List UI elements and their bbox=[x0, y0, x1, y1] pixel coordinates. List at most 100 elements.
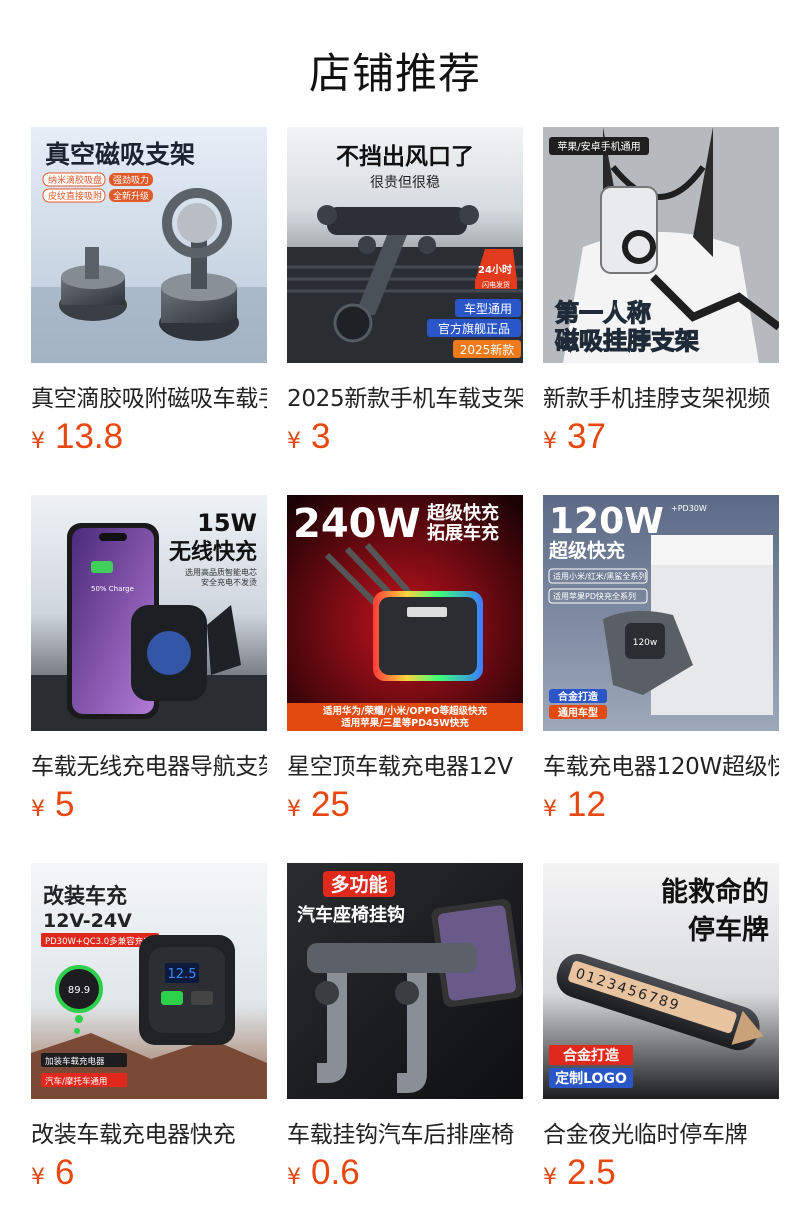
image-headline: 汽车座椅挂钩 bbox=[297, 904, 405, 926]
section-title: 店铺推荐 bbox=[308, 49, 481, 98]
image-headline: 真空磁吸支架 bbox=[45, 140, 195, 169]
image-footer: 定制LOGO bbox=[555, 1070, 627, 1087]
product-image[interactable]: 真空磁吸支架 纳米滴胶吸盘 强劲吸力 皮纹直接吸附 全新升级 bbox=[31, 127, 267, 363]
product-name[interactable]: 车载挂钩汽车后排座椅 bbox=[287, 1115, 523, 1149]
usb-display: 12.5 bbox=[168, 967, 197, 982]
product-card[interactable]: 真空磁吸支架 纳米滴胶吸盘 强劲吸力 皮纹直接吸附 全新升级 真空滴胶吸附磁吸车… bbox=[31, 127, 267, 456]
image-tag: 车型通用 bbox=[464, 301, 512, 316]
image-sup: +PD30W bbox=[671, 504, 707, 513]
product-card[interactable]: 240W 超级快充 拓展车充 适用华为/荣耀/小米/OPPO等超级快充 适用苹果… bbox=[287, 495, 523, 824]
image-headline: 改装车充 bbox=[43, 884, 127, 908]
image-footer: 适用华为/荣耀/小米/OPPO等超级快充 bbox=[323, 705, 487, 717]
product-price: ¥ 2.5 bbox=[543, 1153, 616, 1193]
currency-symbol: ¥ bbox=[31, 429, 45, 454]
image-footer: 汽车/摩托车通用 bbox=[45, 1076, 107, 1087]
product-card[interactable]: 多功能 汽车座椅挂钩 车载挂钩汽车后排座椅 ¥ 0.6 bbox=[287, 863, 523, 1192]
image-headline: 停车牌 bbox=[688, 914, 769, 946]
price-value: 3 bbox=[311, 417, 331, 456]
product-name[interactable]: 车载无线充电器导航支架 bbox=[31, 747, 267, 781]
product-card[interactable]: 能救命的 停车牌 0123456789 合金打造 定制LOGO 合金夜光临时停车… bbox=[543, 863, 779, 1192]
image-tag: 全新升级 bbox=[113, 190, 149, 202]
image-headline: 12V-24V bbox=[43, 910, 132, 932]
product-name[interactable]: 星空顶车载充电器12V bbox=[287, 747, 523, 781]
price-value: 0.6 bbox=[311, 1153, 360, 1192]
image-headline: 能救命的 bbox=[661, 876, 769, 908]
product-card[interactable]: 120W +PD30W 超级快充 适用小米/红米/黑鲨全系列 适用苹果PD快充全… bbox=[543, 495, 779, 824]
product-price: ¥ 12 bbox=[543, 785, 606, 825]
price-value: 13.8 bbox=[55, 417, 124, 456]
product-image[interactable]: 多功能 汽车座椅挂钩 bbox=[287, 863, 523, 1099]
image-tag: 2025新款 bbox=[460, 342, 515, 357]
product-name[interactable]: 真空滴胶吸附磁吸车载手机支架 bbox=[31, 379, 267, 413]
currency-symbol: ¥ bbox=[543, 797, 557, 822]
image-tag: 苹果/安卓手机通用 bbox=[557, 140, 640, 153]
currency-symbol: ¥ bbox=[287, 797, 301, 822]
screen-label: 50% Charge bbox=[91, 585, 134, 593]
product-name[interactable]: 车载充电器120W超级快充 bbox=[543, 747, 779, 781]
currency-symbol: ¥ bbox=[287, 429, 301, 454]
product-card[interactable]: 苹果/安卓手机通用 第一人称 磁吸挂脖支架 新款手机挂脖支架视频 ¥ 37 bbox=[543, 127, 779, 456]
image-badge: 24小时 bbox=[478, 263, 512, 276]
image-headline: 拓展车充 bbox=[427, 522, 499, 544]
product-image[interactable]: 能救命的 停车牌 0123456789 合金打造 定制LOGO bbox=[543, 863, 779, 1099]
product-image[interactable]: 改装车充 12V-24V PD30W+QC3.0多兼容充电 89.9 12.5 … bbox=[31, 863, 267, 1099]
image-tag: 适用小米/红米/黑鲨全系列 bbox=[553, 571, 646, 581]
image-badge-sub: 闪电发货 bbox=[482, 280, 510, 289]
product-card[interactable]: 改装车充 12V-24V PD30W+QC3.0多兼容充电 89.9 12.5 … bbox=[31, 863, 267, 1192]
product-price: ¥ 37 bbox=[543, 417, 606, 457]
product-image[interactable]: 15W 无线快充 选用高品质智能电芯 安全充电不发烫 50% Charge bbox=[31, 495, 267, 731]
image-footer: 适用苹果/三星等PD45W快充 bbox=[341, 717, 469, 729]
product-price: ¥ 5 bbox=[31, 785, 74, 825]
product-price: ¥ 13.8 bbox=[31, 417, 123, 457]
product-price: ¥ 25 bbox=[287, 785, 350, 825]
currency-symbol: ¥ bbox=[31, 1165, 45, 1190]
product-name[interactable]: 新款手机挂脖支架视频 bbox=[543, 379, 779, 413]
product-image[interactable]: 240W 超级快充 拓展车充 适用华为/荣耀/小米/OPPO等超级快充 适用苹果… bbox=[287, 495, 523, 731]
image-headline: 不挡出风口了 bbox=[336, 144, 474, 170]
product-image[interactable]: 120W +PD30W 超级快充 适用小米/红米/黑鲨全系列 适用苹果PD快充全… bbox=[543, 495, 779, 731]
image-footer: 加装车载充电器 bbox=[45, 1056, 105, 1067]
voltage-readout: 89.9 bbox=[68, 985, 90, 996]
price-value: 37 bbox=[567, 417, 606, 456]
image-tag: 官方旗舰正品 bbox=[438, 321, 510, 336]
price-value: 12 bbox=[567, 785, 606, 824]
product-image[interactable]: 不挡出风口了 很贵但很稳 24小时 闪电发货 车型通用 官方旗舰正品 2025新… bbox=[287, 127, 523, 363]
image-headline: 超级快充 bbox=[548, 539, 625, 562]
image-headline: 磁吸挂脖支架 bbox=[555, 327, 699, 355]
price-value: 2.5 bbox=[567, 1153, 616, 1192]
device-label: 120w bbox=[633, 638, 658, 648]
image-big-text: 120W bbox=[549, 501, 664, 542]
currency-symbol: ¥ bbox=[287, 1165, 301, 1190]
product-price: ¥ 6 bbox=[31, 1153, 74, 1193]
image-big-text: 240W bbox=[293, 501, 421, 547]
image-footer: 合金打造 bbox=[563, 1047, 619, 1064]
image-tag: PD30W+QC3.0多兼容充电 bbox=[45, 936, 152, 947]
currency-symbol: ¥ bbox=[31, 797, 45, 822]
image-subline: 安全充电不发烫 bbox=[201, 577, 257, 587]
currency-symbol: ¥ bbox=[543, 429, 557, 454]
price-value: 6 bbox=[55, 1153, 75, 1192]
product-name[interactable]: 2025新款手机车载支架 bbox=[287, 379, 523, 413]
price-value: 5 bbox=[55, 785, 75, 824]
product-name[interactable]: 合金夜光临时停车牌 bbox=[543, 1115, 779, 1149]
image-tag: 强劲吸力 bbox=[113, 174, 149, 186]
image-tag: 皮纹直接吸附 bbox=[48, 190, 102, 202]
image-footer: 合金打造 bbox=[557, 690, 599, 703]
product-card[interactable]: 15W 无线快充 选用高品质智能电芯 安全充电不发烫 50% Charge 车载… bbox=[31, 495, 267, 824]
image-headline: 第一人称 bbox=[555, 299, 651, 327]
product-card[interactable]: 不挡出风口了 很贵但很稳 24小时 闪电发货 车型通用 官方旗舰正品 2025新… bbox=[287, 127, 523, 456]
image-subline: 很贵但很稳 bbox=[370, 175, 440, 191]
product-image[interactable]: 苹果/安卓手机通用 第一人称 磁吸挂脖支架 bbox=[543, 127, 779, 363]
image-headline: 超级快充 bbox=[427, 502, 499, 524]
image-subline: 选用高品质智能电芯 bbox=[185, 567, 257, 577]
image-headline: 多功能 bbox=[330, 873, 387, 896]
image-footer: 通用车型 bbox=[558, 706, 598, 719]
image-tag: 纳米滴胶吸盘 bbox=[48, 174, 102, 186]
currency-symbol: ¥ bbox=[543, 1165, 557, 1190]
image-headline: 无线快充 bbox=[169, 539, 257, 565]
product-price: ¥ 3 bbox=[287, 417, 330, 457]
price-value: 25 bbox=[311, 785, 350, 824]
product-price: ¥ 0.6 bbox=[287, 1153, 360, 1193]
product-name[interactable]: 改装车载充电器快充 bbox=[31, 1115, 267, 1149]
image-headline: 15W bbox=[197, 509, 257, 537]
